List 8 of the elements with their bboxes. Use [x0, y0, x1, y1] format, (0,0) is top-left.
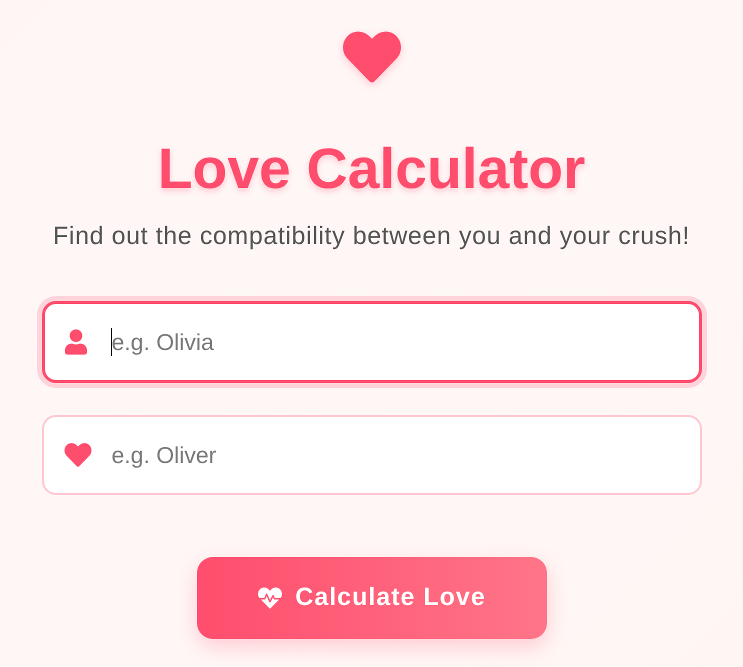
name-input-field[interactable]: e.g. Olivia [42, 301, 702, 383]
subtitle-text: Find out the compatibility between you and your crush! [53, 221, 690, 251]
text-cursor-icon [110, 328, 112, 356]
calculate-button[interactable]: Calculate Love [196, 557, 546, 639]
person-icon [64, 329, 86, 355]
heartbeat-icon [257, 586, 284, 610]
heart-icon [62, 442, 92, 468]
app-title: Love Calculator [158, 136, 586, 202]
